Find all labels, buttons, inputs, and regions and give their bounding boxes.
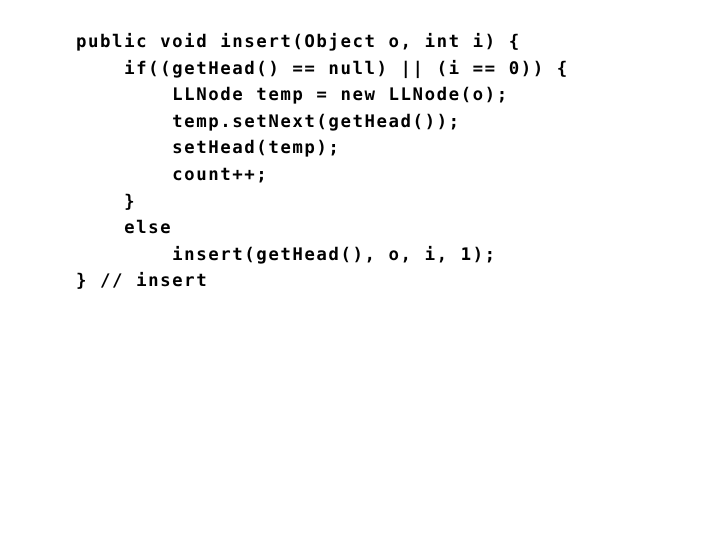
code-block: public void insert(Object o, int i) { if…: [76, 29, 569, 295]
code-line: if((getHead() == null) || (i == 0)) {: [76, 58, 569, 79]
slide-canvas: public void insert(Object o, int i) { if…: [0, 0, 720, 540]
code-line: else: [76, 218, 173, 239]
code-line: temp.setNext(getHead());: [76, 111, 461, 132]
code-line: }: [76, 191, 137, 212]
code-line: count++;: [76, 164, 269, 185]
code-line: public void insert(Object o, int i) {: [76, 32, 521, 52]
code-line: } // insert: [76, 271, 209, 292]
code-line: insert(getHead(), o, i, 1);: [76, 244, 497, 265]
code-line: LLNode temp = new LLNode(o);: [76, 85, 509, 106]
code-line: setHead(temp);: [76, 138, 341, 159]
